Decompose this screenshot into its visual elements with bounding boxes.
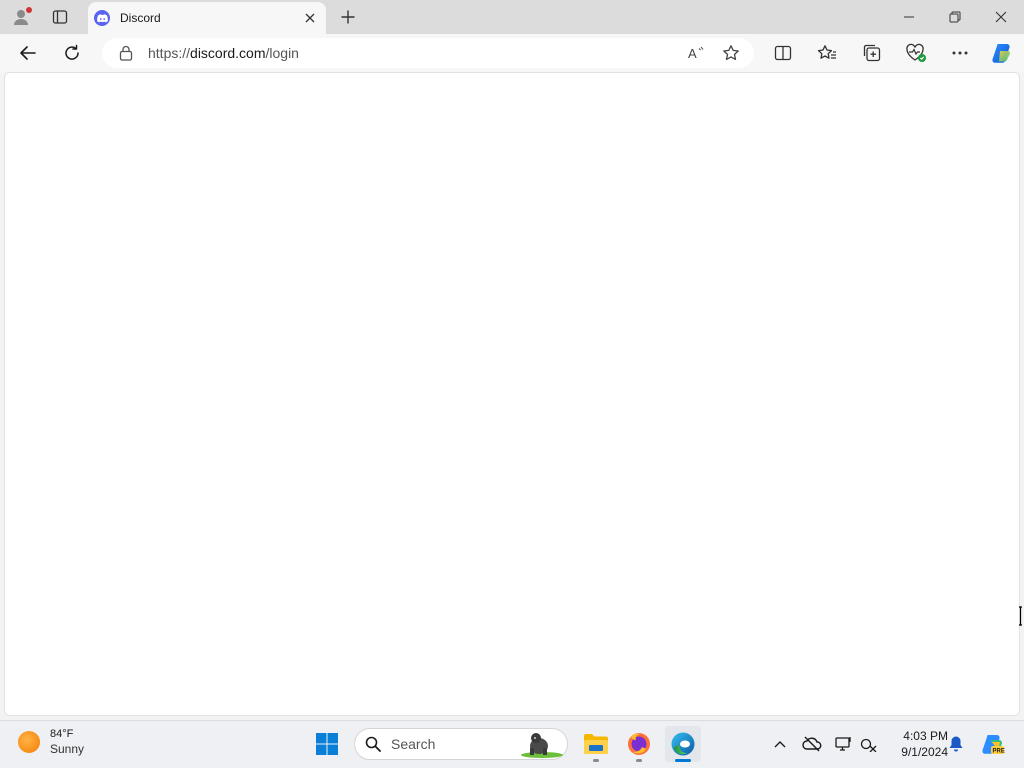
- svg-text:A: A: [688, 46, 697, 61]
- url-path: /login: [265, 45, 299, 61]
- more-dots-icon: [952, 51, 968, 55]
- system-clock[interactable]: 4:03 PM 9/1/2024: [886, 728, 948, 760]
- profile-icon: [14, 7, 32, 25]
- taskbar-file-explorer[interactable]: [578, 726, 614, 762]
- search-icon: [365, 736, 381, 752]
- favorites-button[interactable]: [812, 38, 842, 68]
- app-running-indicator: [593, 759, 599, 762]
- search-label: Search: [391, 736, 436, 752]
- svg-text:PRE: PRE: [993, 749, 1005, 755]
- read-aloud-icon: A: [688, 46, 704, 61]
- taskbar-edge[interactable]: [665, 726, 701, 762]
- url-protocol: https://: [148, 45, 191, 61]
- split-screen-button[interactable]: [768, 38, 798, 68]
- firefox-icon: [628, 733, 650, 755]
- minimize-button[interactable]: [886, 0, 932, 34]
- read-aloud-button[interactable]: A: [682, 38, 712, 68]
- split-screen-icon: [774, 45, 792, 61]
- sun-icon: [18, 731, 40, 753]
- app-active-indicator: [675, 759, 691, 762]
- speaker-muted-icon: [860, 738, 877, 752]
- collections-button[interactable]: [857, 38, 887, 68]
- heart-pulse-icon: [906, 43, 926, 62]
- browser-tab-strip: Discord: [0, 0, 1024, 34]
- taskbar-search[interactable]: Search: [354, 728, 568, 760]
- tray-onedrive[interactable]: [801, 733, 823, 755]
- new-tab-button[interactable]: [334, 4, 362, 30]
- plus-icon: [341, 10, 355, 24]
- discord-icon: [94, 10, 110, 26]
- collections-icon: [863, 44, 881, 62]
- star-icon: [723, 45, 739, 61]
- settings-more-button[interactable]: [945, 38, 975, 68]
- tab-title: Discord: [120, 11, 161, 25]
- refresh-icon: [65, 44, 79, 60]
- network-icon: [835, 737, 851, 751]
- close-window-button[interactable]: [978, 0, 1024, 34]
- notifications-button[interactable]: [945, 733, 967, 755]
- taskbar-copilot-button[interactable]: PRE: [980, 731, 1006, 757]
- close-tab-button[interactable]: [298, 6, 322, 30]
- address-bar[interactable]: https://discord.com/login A: [102, 38, 754, 68]
- tab-discord[interactable]: Discord: [88, 2, 326, 34]
- app-running-indicator: [636, 759, 642, 762]
- tray-volume[interactable]: [858, 733, 880, 755]
- favorite-button[interactable]: [716, 38, 746, 68]
- profile-button[interactable]: [6, 3, 38, 31]
- taskbar-firefox[interactable]: [621, 726, 657, 762]
- url-text[interactable]: https://discord.com/login: [148, 45, 682, 61]
- clock-time: 4:03 PM: [903, 729, 948, 743]
- weather-condition: Sunny: [50, 742, 85, 756]
- clock-date: 9/1/2024: [901, 745, 948, 759]
- back-button[interactable]: [13, 38, 43, 68]
- tray-network[interactable]: [833, 733, 855, 755]
- vertical-tabs-icon: [52, 10, 68, 24]
- browser-essentials-button[interactable]: [901, 38, 931, 68]
- back-arrow-icon: [20, 46, 36, 60]
- bell-icon: [949, 736, 963, 752]
- restore-button[interactable]: [932, 0, 978, 34]
- browser-toolbar: https://discord.com/login A: [0, 34, 1024, 72]
- minimize-icon: [904, 16, 914, 18]
- weather-temperature: 84°F: [50, 728, 74, 740]
- lock-icon: [119, 45, 133, 61]
- copilot-icon: [992, 44, 1010, 63]
- copilot-pre-icon: PRE: [982, 735, 1005, 755]
- url-host: discord.com: [190, 45, 266, 61]
- show-hidden-icons-button[interactable]: [769, 733, 791, 755]
- start-button[interactable]: [309, 726, 345, 762]
- cloud-offline-icon: [802, 736, 822, 752]
- windows-taskbar: 84°F Sunny Search 4:03 PM 9/1/2024 PRE: [0, 720, 1024, 768]
- edge-icon: [671, 732, 695, 756]
- search-highlight-gorilla-icon: [521, 733, 563, 758]
- favorites-icon: [817, 45, 836, 59]
- web-page-content: [4, 72, 1020, 716]
- chevron-up-icon: [774, 741, 786, 748]
- site-info-button[interactable]: [118, 45, 134, 61]
- file-explorer-icon: [584, 734, 608, 754]
- close-icon: [305, 13, 315, 23]
- refresh-button[interactable]: [57, 38, 87, 68]
- windows-start-icon: [316, 733, 338, 755]
- mouse-cursor: [1018, 606, 1024, 626]
- tab-actions-button[interactable]: [44, 3, 76, 31]
- restore-icon: [949, 11, 961, 23]
- close-icon: [995, 11, 1007, 23]
- weather-widget[interactable]: 84°F Sunny: [18, 727, 84, 757]
- copilot-button[interactable]: [987, 38, 1017, 68]
